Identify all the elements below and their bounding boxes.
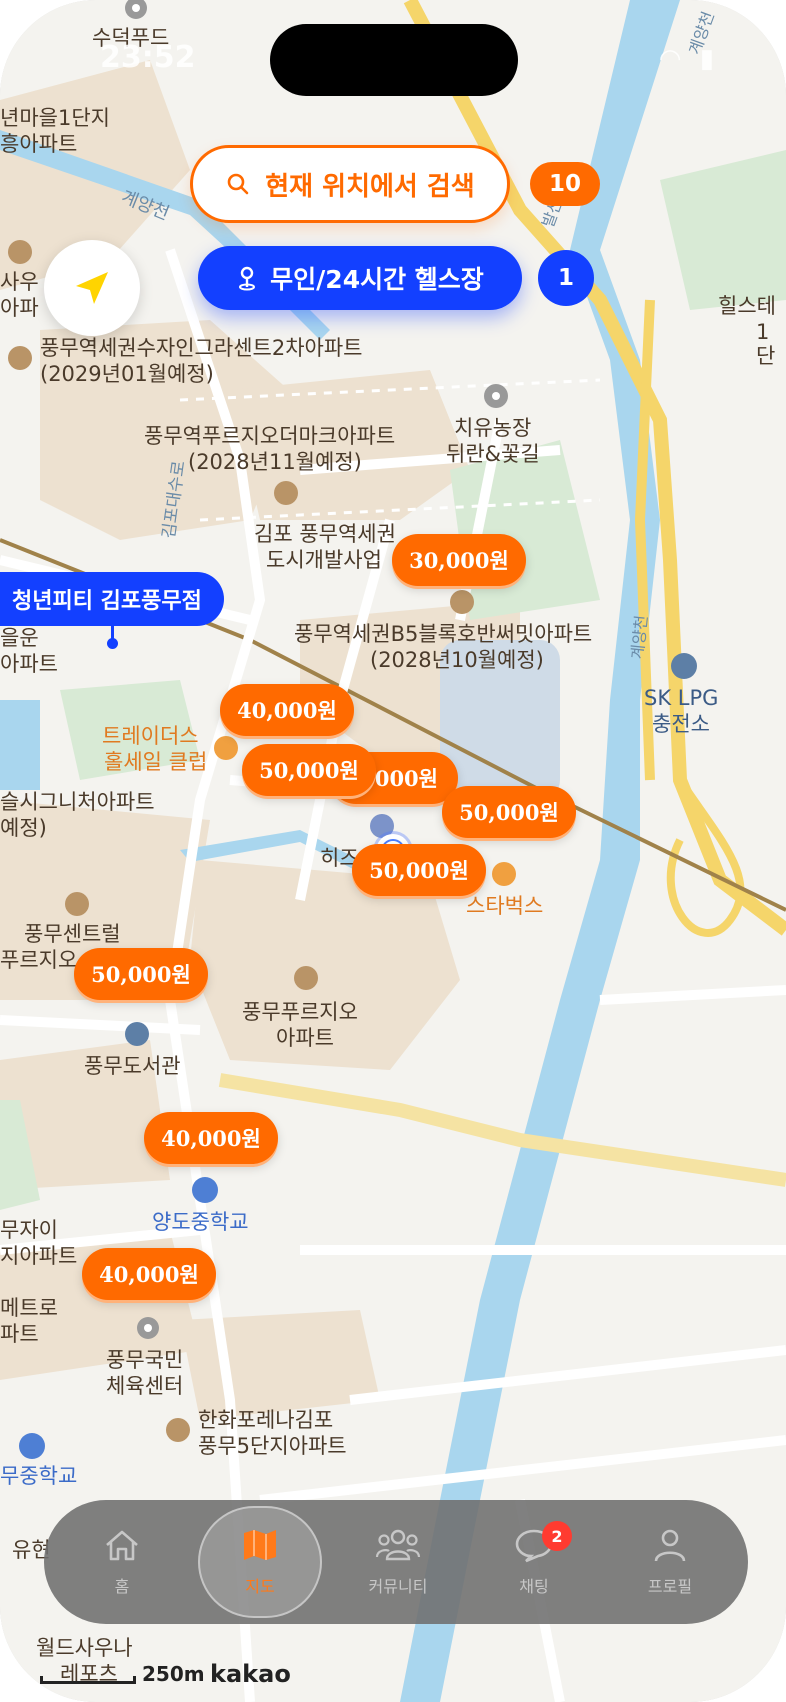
map-label: 풍무국민 — [106, 1348, 184, 1372]
wifi-icon: ◠ — [658, 44, 682, 74]
price-marker[interactable]: 50,000원 — [242, 744, 376, 796]
map-label: 흥아파트 — [0, 132, 78, 156]
price-marker[interactable]: 50,000원 — [352, 844, 486, 896]
map-label: 김포 풍무역세권 — [254, 522, 396, 546]
map-label: 계양천 — [627, 614, 652, 661]
battery-icon: ▮ — [699, 44, 714, 74]
price-marker[interactable]: 40,000원 — [82, 1248, 216, 1300]
map-label: 푸르지오 — [0, 948, 78, 972]
map-label: (2028년11월예정) — [188, 450, 362, 474]
tab-map[interactable]: 지도 — [198, 1506, 322, 1618]
map-label: 년마을1단지 — [0, 106, 110, 130]
search-here-button[interactable]: 현재 위치에서 검색 — [190, 145, 510, 223]
map-label: 사우 — [0, 270, 39, 294]
search-here-label: 현재 위치에서 검색 — [265, 171, 475, 202]
price-marker[interactable]: 40,000원 — [144, 1112, 278, 1164]
filter-result-count: 1 — [538, 250, 594, 306]
map-label: 무자이 — [0, 1218, 58, 1242]
map-label: 메트로 — [0, 1296, 58, 1320]
tab-map-label: 지도 — [245, 1577, 275, 1596]
tab-chat-label: 채팅 — [519, 1577, 549, 1596]
map-label: 월드사우나 — [36, 1636, 133, 1660]
map-label: 풍무센트럴 — [24, 922, 121, 946]
map-label: 트레이더스 — [102, 724, 199, 748]
map-label: 아파트 — [276, 1026, 334, 1050]
map-label: (2029년01월예정) — [40, 362, 214, 386]
price-marker[interactable]: 50,000원 — [74, 948, 208, 1000]
map-label: 김포대수로 — [158, 459, 190, 540]
search-result-count: 10 — [530, 162, 600, 206]
tab-home-label: 홈 — [114, 1577, 130, 1596]
map-label: 아파트 — [0, 652, 58, 676]
map-label: 파트 — [0, 1322, 39, 1346]
map-scale-bar — [40, 1676, 136, 1684]
navigation-arrow-icon — [76, 272, 108, 304]
price-marker[interactable]: 40,000원 — [220, 684, 354, 736]
map-label: 충전소 — [652, 712, 710, 736]
dynamic-island — [270, 24, 518, 96]
gym-marker-dot — [107, 638, 118, 649]
tab-chat[interactable]: 채팅 2 — [474, 1507, 594, 1617]
gym-filter-button[interactable]: 무인/24시간 헬스장 — [198, 246, 522, 310]
map-label: 뒤란&꽃길 — [446, 442, 540, 466]
tab-profile[interactable]: 프로필 — [610, 1507, 730, 1617]
map-provider-logo: kakao — [210, 1660, 291, 1688]
tab-community[interactable]: 커뮤니티 — [338, 1507, 458, 1617]
gym-marker-label[interactable]: 청년피티 김포풍무점 — [0, 572, 224, 626]
phone-screen: 수덕푸드 년마을1단지 흥아파트 계양천 사우 아파 풍무역세권수자인그라센트2… — [0, 0, 786, 1702]
map-label: 풍무도서관 — [84, 1054, 181, 1078]
map-label: 힐스테 — [718, 294, 776, 318]
map-label: SK LPG — [644, 686, 719, 710]
map-label: 스타벅스 — [466, 894, 544, 918]
gym-filter-label: 무인/24시간 헬스장 — [270, 265, 484, 294]
search-icon — [227, 173, 249, 195]
map-label: 풍무역푸르지오더마크아파트 — [144, 424, 396, 448]
price-marker[interactable]: 30,000원 — [392, 534, 526, 586]
map-label: 체육센터 — [106, 1374, 184, 1398]
pin-icon — [239, 266, 256, 291]
map-label: 슬시그니처아파트 — [0, 790, 155, 814]
community-icon — [375, 1529, 421, 1561]
map-scale-label: 250m — [142, 1662, 205, 1686]
map-label: 홀세일 클럽 — [104, 750, 208, 774]
map-label: 아파 — [0, 296, 39, 320]
map-label: 지아파트 — [0, 1244, 78, 1268]
tab-profile-label: 프로필 — [647, 1577, 693, 1596]
price-marker[interactable]: 50,000원 — [442, 786, 576, 838]
map-icon — [244, 1530, 276, 1560]
map-label: 풍무역세권수자인그라센트2차아파트 — [40, 336, 363, 360]
status-icons: ◠ ▮ — [659, 44, 714, 74]
bottom-tab-bar: 홈 지도 커뮤니티 채팅 2 프로필 — [44, 1500, 748, 1624]
home-icon — [106, 1530, 138, 1561]
current-location-button[interactable] — [44, 240, 140, 336]
map-label: 도시개발사업 — [266, 548, 382, 572]
chat-unread-badge: 2 — [542, 1521, 572, 1551]
map-label: 풍무5단지아파트 — [198, 1434, 347, 1458]
map-label: (2028년10월예정) — [370, 648, 544, 672]
map-label: 풍무푸르지오 — [242, 1000, 358, 1024]
map-label: 무중학교 — [0, 1464, 78, 1488]
map-label: 1단 — [756, 320, 776, 369]
map-label: 치유농장 — [454, 416, 532, 440]
map-label: 한화포레나김포 — [198, 1408, 334, 1432]
profile-icon — [654, 1529, 686, 1562]
map-label: 양도중학교 — [152, 1210, 249, 1234]
map-label: 예정) — [0, 816, 47, 840]
map-label: 풍무역세권B5블록호반써밋아파트 — [294, 622, 593, 646]
tab-community-label: 커뮤니티 — [368, 1577, 428, 1596]
map-label: 계양천 — [118, 186, 173, 225]
map-label: 을운 — [0, 626, 39, 650]
status-time: 23:52 — [100, 40, 196, 75]
tab-home[interactable]: 홈 — [62, 1507, 182, 1617]
